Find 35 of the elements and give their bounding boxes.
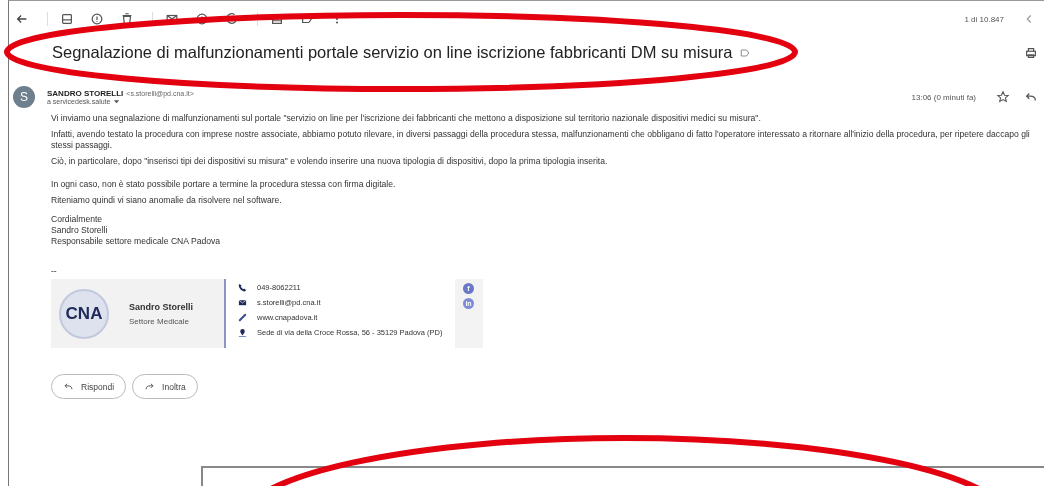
forward-icon bbox=[144, 381, 156, 392]
body-paragraph: Vi inviamo una segnalazione di malfunzionamenti sul portale "servizio on line per l'iscrizione dei fabbricanti che mettono a disposizione sul territorio nazionale dispositivi medici su misura". bbox=[51, 113, 762, 124]
logo: CNA bbox=[59, 288, 109, 339]
dropdown-icon[interactable] bbox=[113, 98, 121, 105]
add-task-icon[interactable] bbox=[225, 12, 239, 26]
back-icon[interactable] bbox=[15, 12, 29, 26]
reply-icon bbox=[63, 381, 74, 392]
signature-separator: -- bbox=[51, 267, 58, 275]
archive-icon[interactable] bbox=[60, 12, 74, 26]
body-paragraph: Ciò, in particolare, dopo "inserisci tipi dei dispositivi su misura" e volendo inserire una nuova tipologia di dispositivi, dopo la prima tipologia inserita. bbox=[51, 156, 609, 167]
signature-name: Sandro Storelli bbox=[129, 301, 193, 312]
closing-line: Sandro Storelli bbox=[51, 225, 109, 236]
mail-icon bbox=[238, 298, 247, 307]
trash-icon[interactable] bbox=[120, 12, 134, 26]
reply-icon[interactable] bbox=[1024, 90, 1038, 104]
closing-line: Responsabile settore medicale CNA Padova bbox=[51, 236, 222, 247]
star-icon[interactable] bbox=[996, 90, 1010, 104]
sender-name: SANDRO STORELLI bbox=[47, 89, 124, 98]
phone-icon bbox=[238, 283, 247, 292]
clock-icon[interactable] bbox=[195, 12, 209, 26]
location-pin-icon bbox=[238, 328, 247, 337]
report-icon[interactable] bbox=[90, 12, 104, 26]
body-paragraph: Riteniamo quindi vi siano anomalie da risolvere nel software. bbox=[51, 195, 283, 206]
message-counter: 1 di 10.847 bbox=[964, 14, 1004, 24]
closing-line: Cordialmente bbox=[51, 214, 104, 225]
reply-button[interactable]: Rispondi bbox=[51, 374, 127, 399]
message-time: 13:06 (0 minuti fa) bbox=[911, 92, 976, 102]
body-paragraph: In ogni caso, non è stato possibile portare a termine la procedura stessa con firma digitale. bbox=[51, 179, 397, 190]
body-paragraph: Infatti, avendo testato la procedura con imprese nostre associate, abbiamo potuto rilevare, in diversi passaggi della procedura stessa, malfunzionamenti che obbligano di fatto l'operatore interessato a ritornare all'inizio della procedura, per ripetere daccapo gli stessi passaggi. bbox=[51, 129, 1031, 151]
email-subject: Segnalazione di malfunzionamenti portale servizio on line iscrizione fabbricanti DM su misura bbox=[52, 43, 733, 62]
signature-role: Settore Medicale bbox=[129, 316, 191, 326]
forward-button[interactable]: Inoltra bbox=[132, 374, 198, 399]
print-icon[interactable] bbox=[1024, 45, 1038, 60]
link-icon bbox=[238, 313, 247, 322]
sender-avatar: S bbox=[13, 86, 35, 108]
